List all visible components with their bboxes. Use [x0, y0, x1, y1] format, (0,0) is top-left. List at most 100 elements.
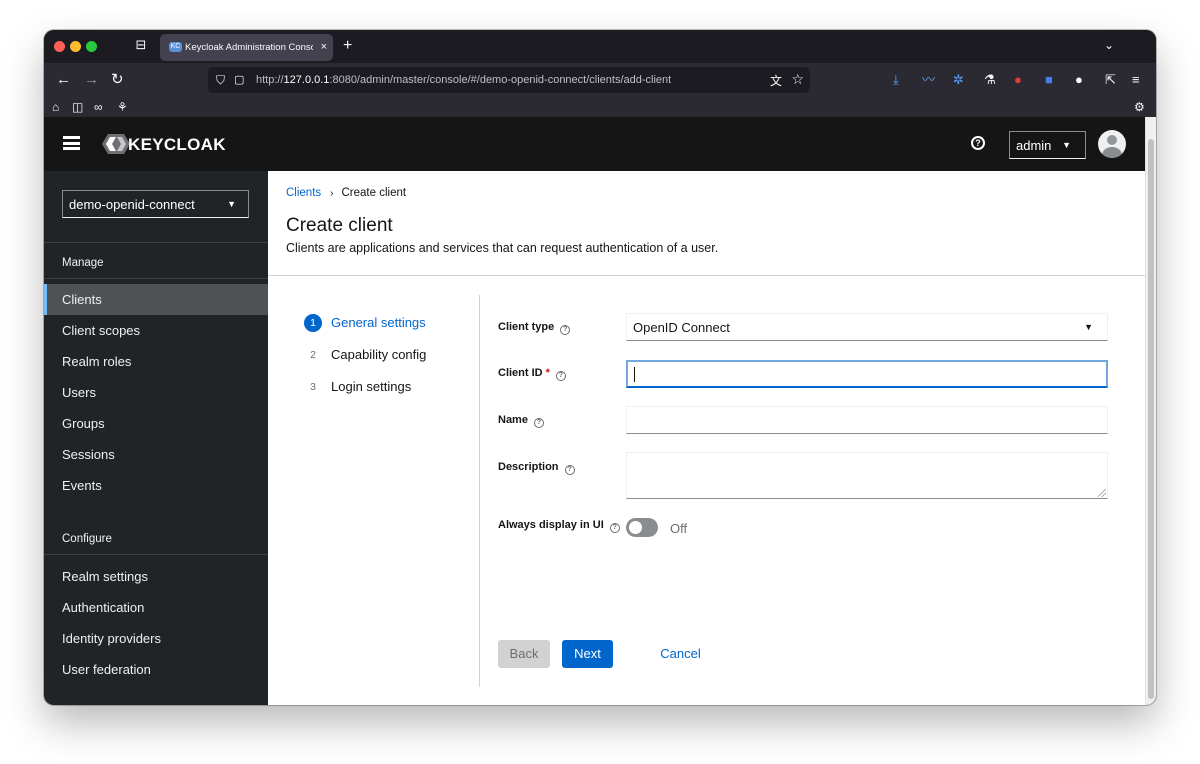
ublock-icon[interactable]: ●: [1014, 72, 1022, 88]
help-icon[interactable]: ?: [560, 325, 571, 335]
help-icon[interactable]: ?: [555, 371, 566, 381]
masthead: KEYCLOAK ? admin ▼: [44, 117, 1145, 171]
url-text[interactable]: http://127.0.0.1:8080/admin/master/conso…: [256, 74, 671, 86]
breadcrumb-separator-icon: ›: [330, 188, 334, 199]
client-type-label: Client type?: [498, 321, 571, 335]
realm-selector[interactable]: demo-openid-connect ▼: [62, 190, 249, 218]
help-icon[interactable]: ?: [533, 418, 544, 428]
page-scrollbar[interactable]: [1145, 117, 1156, 705]
shield-icon[interactable]: ⛉: [216, 73, 225, 88]
new-tab-button[interactable]: +: [343, 37, 352, 55]
always-display-label: Always display in UI?: [498, 519, 620, 533]
sidebar-item-authentication[interactable]: Authentication: [44, 592, 268, 623]
always-display-toggle[interactable]: [626, 518, 658, 537]
home-icon[interactable]: ⌂: [52, 99, 59, 115]
header-divider: [268, 275, 1145, 276]
description-label: Description?: [498, 461, 575, 475]
help-icon[interactable]: ?: [971, 136, 985, 150]
infinity-icon[interactable]: ∞: [94, 99, 103, 115]
toggle-knob: [629, 521, 642, 534]
browser-window: ⊟ KC Keycloak Administration Console × +…: [44, 30, 1156, 705]
client-id-label-text: Client ID: [498, 367, 543, 379]
sidebar-item-sessions[interactable]: Sessions: [44, 439, 268, 470]
tab-close-icon[interactable]: ×: [321, 40, 327, 54]
user-menu-dropdown[interactable]: admin ▼: [1009, 131, 1086, 159]
sidebar-item-events[interactable]: Events: [44, 470, 268, 501]
reload-icon[interactable]: ↻: [111, 72, 124, 88]
hamburger-menu-icon[interactable]: [63, 136, 80, 150]
resize-grip-icon[interactable]: [1098, 489, 1106, 497]
sidebar: demo-openid-connect ▼ Manage Clients Cli…: [44, 171, 268, 705]
client-type-value: OpenID Connect: [633, 320, 730, 335]
extension-p-icon[interactable]: ●: [1075, 72, 1083, 88]
name-label: Name?: [498, 414, 544, 428]
bookmarks-toolbar: ⌂ ◫ ∞ ⚘ ⚙: [44, 99, 1156, 117]
keycloak-favicon-icon: KC: [169, 42, 182, 52]
sidebar-item-realm-settings[interactable]: Realm settings: [44, 561, 268, 592]
url-bar[interactable]: ⛉ ▢ http://127.0.0.1:8080/admin/master/c…: [208, 67, 810, 93]
help-icon[interactable]: ?: [609, 523, 620, 533]
page-icon[interactable]: ▢: [234, 73, 244, 86]
client-type-select[interactable]: OpenID Connect ▼: [626, 313, 1108, 341]
avatar[interactable]: [1098, 130, 1126, 158]
url-prefix: http://: [256, 74, 284, 86]
client-type-label-text: Client type: [498, 321, 555, 333]
help-icon[interactable]: ?: [564, 465, 575, 475]
tab-list-icon[interactable]: ⊟: [134, 38, 148, 52]
extension-wave-icon[interactable]: 〰: [922, 72, 935, 88]
main-content: Clients › Create client Create client Clie…: [268, 171, 1145, 705]
downloads-icon[interactable]: ⤓: [893, 72, 899, 88]
caret-down-icon: ▼: [227, 199, 236, 209]
sidebar-item-user-federation[interactable]: User federation: [44, 654, 268, 685]
page-title: Create client: [286, 215, 393, 236]
caret-down-icon: ▼: [1062, 140, 1071, 150]
cancel-button[interactable]: Cancel: [653, 640, 708, 668]
wizard-step-label: General settings: [331, 315, 426, 330]
url-path: :8080/admin/master/console/#/demo-openid…: [329, 74, 672, 86]
tab-title: Keycloak Administration Console: [185, 42, 313, 53]
sidebar-item-identity-providers[interactable]: Identity providers: [44, 623, 268, 654]
extension-sparkle-icon[interactable]: ✲: [953, 72, 964, 88]
sidebar-item-realm-roles[interactable]: Realm roles: [44, 346, 268, 377]
menu-icon[interactable]: ≡: [1132, 72, 1140, 88]
keycloak-logo-icon: [102, 134, 130, 154]
next-button[interactable]: Next: [562, 640, 613, 668]
keycloak-page: KEYCLOAK ? admin ▼ demo-openid-connect ▼…: [44, 117, 1145, 705]
client-id-input[interactable]: [626, 360, 1108, 388]
minimize-window-button[interactable]: [70, 41, 81, 52]
extension-mask-icon[interactable]: ⚘: [117, 99, 128, 115]
back-icon[interactable]: ←: [56, 72, 71, 88]
breadcrumb: Clients › Create client: [286, 187, 406, 199]
close-window-button[interactable]: [54, 41, 65, 52]
chevron-down-icon[interactable]: ⌄: [1104, 38, 1114, 52]
sidebar-item-client-scopes[interactable]: Client scopes: [44, 315, 268, 346]
wizard-step-number: 1: [304, 314, 322, 332]
description-textarea[interactable]: [626, 452, 1108, 499]
breadcrumb-clients-link[interactable]: Clients: [286, 187, 321, 199]
sidebar-icon[interactable]: ◫: [72, 99, 83, 115]
settings-icon[interactable]: ⚙: [1134, 99, 1145, 115]
always-display-state: Off: [670, 521, 688, 536]
sidebar-item-clients[interactable]: Clients: [44, 284, 268, 315]
keycloak-logo-text: KEYCLOAK: [128, 135, 226, 154]
wizard-step-number: 3: [310, 381, 316, 393]
browser-navbar: ← → ↻ ⛉ ▢ http://127.0.0.1:8080/admin/ma…: [44, 63, 1156, 99]
wizard-step-number: 2: [310, 349, 316, 361]
browser-tab[interactable]: KC Keycloak Administration Console ×: [160, 34, 333, 61]
zoom-window-button[interactable]: [86, 41, 97, 52]
scrollbar-thumb[interactable]: [1148, 139, 1154, 699]
forward-icon[interactable]: →: [84, 72, 99, 88]
extension-shield-icon[interactable]: ■: [1045, 72, 1053, 88]
sidebar-section-manage: Manage: [62, 257, 104, 269]
wizard-divider: [479, 295, 480, 687]
extension-flask-icon[interactable]: ⚗: [984, 72, 996, 88]
translate-icon[interactable]: 文: [770, 72, 782, 89]
sidebar-item-groups[interactable]: Groups: [44, 408, 268, 439]
name-input[interactable]: [626, 406, 1108, 434]
back-button[interactable]: Back: [498, 640, 550, 668]
bookmark-star-icon[interactable]: ☆: [791, 71, 804, 88]
tab-bar: ⊟ KC Keycloak Administration Console × +…: [44, 30, 1156, 63]
share-icon[interactable]: ⇱: [1105, 72, 1116, 88]
sidebar-divider: [44, 554, 268, 555]
sidebar-item-users[interactable]: Users: [44, 377, 268, 408]
